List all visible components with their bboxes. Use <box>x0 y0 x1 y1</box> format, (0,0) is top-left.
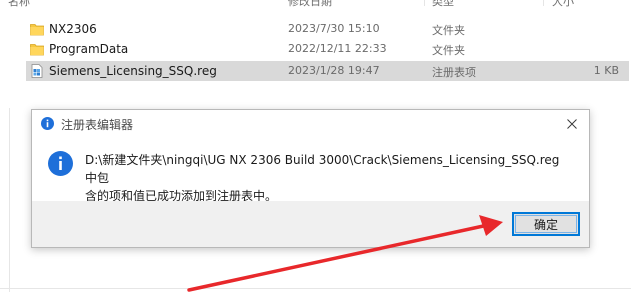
red-arrow <box>187 215 503 292</box>
